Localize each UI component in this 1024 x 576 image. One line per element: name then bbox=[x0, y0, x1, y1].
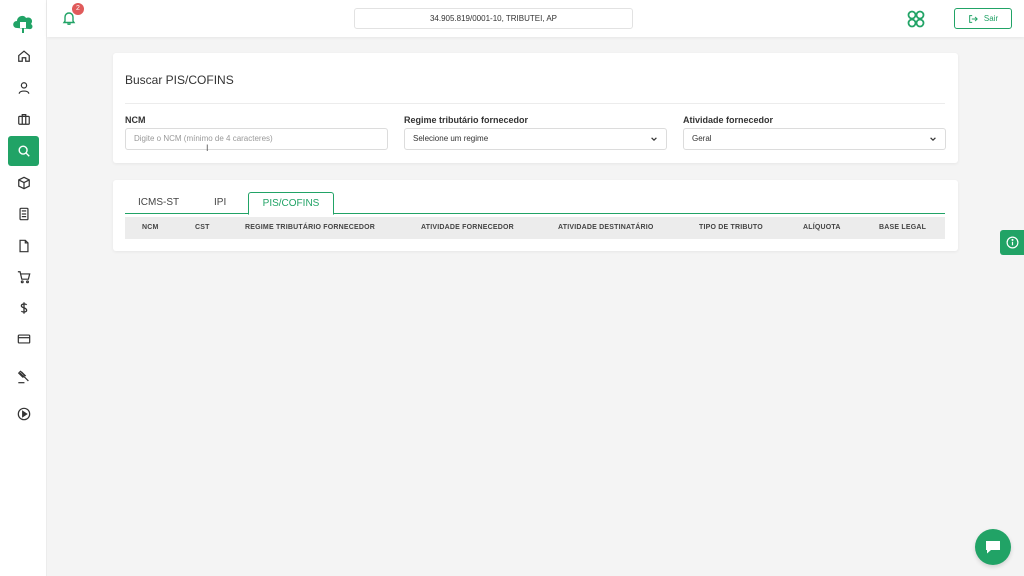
regime-label: Regime tributário fornecedor bbox=[404, 115, 529, 125]
sidebar-item-gavel[interactable] bbox=[8, 362, 39, 392]
logout-label: Sair bbox=[983, 14, 999, 23]
cart-icon bbox=[17, 271, 30, 284]
column-header-tipo-tributo[interactable]: TIPO DE TRIBUTO bbox=[699, 217, 763, 239]
sidebar-item-cart[interactable] bbox=[8, 262, 39, 292]
tab-bar: ICMS-ST IPI PIS/COFINS bbox=[125, 192, 945, 215]
play-circle-icon bbox=[17, 407, 30, 421]
company-selector[interactable]: 34.905.819/0001-10, TRIBUTEI, AP bbox=[354, 8, 633, 29]
box-icon bbox=[17, 176, 30, 190]
logo-icon[interactable] bbox=[11, 12, 35, 34]
brand-mark-icon[interactable] bbox=[906, 9, 926, 29]
results-card: ICMS-ST IPI PIS/COFINS NCM CST REGIME TR… bbox=[113, 180, 958, 251]
credit-card-icon bbox=[17, 334, 30, 344]
column-header-regime[interactable]: REGIME TRIBUTÁRIO FORNECEDOR bbox=[245, 217, 375, 239]
column-header-atividade-destinatario[interactable]: ATIVIDADE DESTINATÁRIO bbox=[558, 217, 654, 239]
regime-select-value: Selecione um regime bbox=[413, 134, 489, 143]
chevron-down-icon bbox=[930, 137, 936, 142]
ncm-label: NCM bbox=[125, 115, 146, 125]
info-icon bbox=[1006, 236, 1018, 249]
atividade-select[interactable]: Geral bbox=[683, 128, 946, 150]
sidebar-item-credit-card[interactable] bbox=[8, 324, 39, 354]
ncm-input[interactable]: Digite o NCM (mínimo de 4 caracteres) bbox=[125, 128, 388, 150]
column-header-cst[interactable]: CST bbox=[195, 217, 210, 239]
column-header-atividade-fornecedor[interactable]: ATIVIDADE FORNECEDOR bbox=[421, 217, 514, 239]
column-header-base-legal[interactable]: BASE LEGAL bbox=[879, 217, 926, 239]
sidebar-item-briefcase[interactable] bbox=[8, 104, 39, 134]
home-icon bbox=[17, 50, 30, 62]
tab-pis-cofins[interactable]: PIS/COFINS bbox=[248, 192, 334, 215]
sidebar-item-box[interactable] bbox=[8, 168, 39, 198]
logout-button[interactable]: Sair bbox=[954, 8, 1012, 29]
dollar-icon bbox=[20, 302, 27, 314]
text-cursor-icon: I bbox=[206, 143, 209, 153]
divider bbox=[125, 103, 945, 104]
calculator-icon bbox=[18, 207, 29, 221]
sidebar-item-play[interactable] bbox=[8, 399, 39, 429]
chat-button[interactable] bbox=[975, 529, 1011, 565]
chat-icon bbox=[986, 541, 1000, 554]
sidebar-item-home[interactable] bbox=[8, 41, 39, 71]
logout-icon bbox=[969, 14, 978, 23]
sidebar-item-dollar[interactable] bbox=[8, 293, 39, 323]
sidebar bbox=[0, 0, 47, 576]
tab-icms-st[interactable]: ICMS-ST bbox=[138, 192, 179, 214]
sidebar-item-calculator[interactable] bbox=[8, 199, 39, 229]
chevron-down-icon bbox=[651, 137, 657, 142]
atividade-select-value: Geral bbox=[692, 134, 712, 143]
sidebar-item-search[interactable] bbox=[8, 136, 39, 166]
column-header-aliquota[interactable]: ALÍQUOTA bbox=[803, 217, 841, 239]
file-icon bbox=[18, 239, 29, 253]
atividade-label: Atividade fornecedor bbox=[683, 115, 774, 125]
regime-select[interactable]: Selecione um regime bbox=[404, 128, 667, 150]
table-header: NCM CST REGIME TRIBUTÁRIO FORNECEDOR ATI… bbox=[125, 217, 945, 239]
page-title: Buscar PIS/COFINS bbox=[125, 73, 234, 87]
search-card: Buscar PIS/COFINS NCM Digite o NCM (míni… bbox=[113, 53, 958, 163]
sidebar-item-user[interactable] bbox=[8, 73, 39, 103]
top-bar: 2 34.905.819/0001-10, TRIBUTEI, AP Sair bbox=[47, 0, 1024, 37]
info-button[interactable] bbox=[1000, 230, 1024, 255]
notification-badge: 2 bbox=[72, 3, 84, 15]
gavel-icon bbox=[17, 370, 29, 384]
search-icon bbox=[17, 145, 30, 157]
tab-ipi[interactable]: IPI bbox=[214, 192, 226, 214]
sidebar-item-file[interactable] bbox=[8, 231, 39, 261]
briefcase-icon bbox=[17, 114, 30, 125]
user-icon bbox=[18, 82, 29, 94]
column-header-ncm[interactable]: NCM bbox=[142, 217, 159, 239]
